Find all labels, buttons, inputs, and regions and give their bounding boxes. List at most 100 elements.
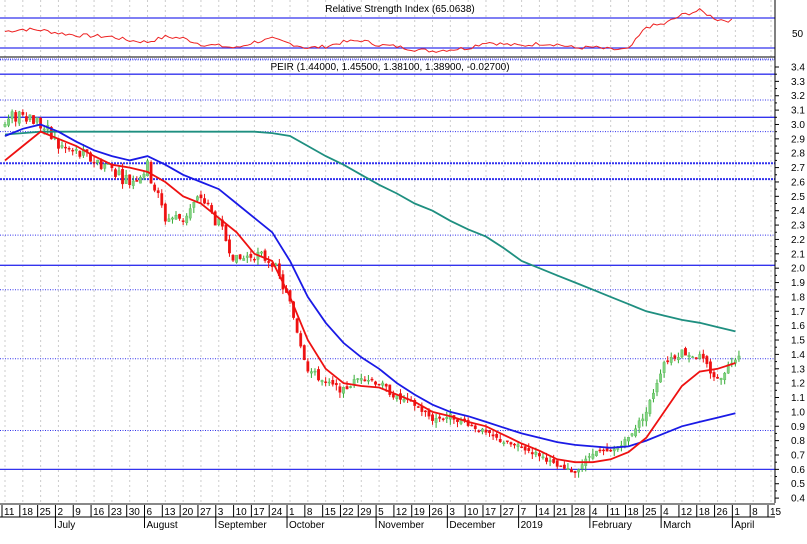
candle-body — [427, 410, 431, 417]
candle-body — [178, 213, 181, 219]
candle-body — [520, 446, 524, 448]
candle-body — [64, 146, 67, 149]
candle-body — [662, 362, 666, 373]
candle-body — [249, 254, 253, 258]
candle-body — [359, 378, 363, 381]
candle-body — [431, 414, 434, 421]
week-label: 1 — [289, 507, 295, 518]
price-tick-label: 0.8 — [791, 436, 805, 447]
candle-body — [698, 354, 702, 359]
price-tick-label: 0.4 — [791, 494, 805, 505]
candle-body — [10, 111, 14, 119]
candle — [684, 346, 687, 356]
week-label: 18 — [699, 507, 711, 518]
week-label: 25 — [645, 507, 657, 518]
candle-body — [131, 180, 135, 186]
candle — [662, 360, 666, 378]
candle-body — [402, 398, 406, 402]
candle-body — [484, 429, 488, 433]
week-label: 2 — [57, 507, 63, 518]
candle-body — [559, 465, 563, 467]
candle — [206, 199, 210, 206]
candle-body — [153, 184, 157, 191]
candle — [213, 210, 217, 226]
candle — [648, 398, 652, 417]
week-label: 3 — [449, 507, 455, 518]
candle — [723, 371, 727, 385]
week-label: 10 — [236, 507, 248, 518]
price-tick-label: 3.2 — [791, 91, 805, 102]
candle-body — [167, 218, 171, 222]
price-tick-label: 1.1 — [791, 393, 805, 404]
candle — [666, 356, 670, 365]
candle-body — [384, 383, 388, 387]
candle-body — [203, 198, 206, 204]
candle-body — [363, 379, 367, 382]
candle — [96, 159, 100, 166]
candle — [228, 234, 231, 257]
candle — [331, 376, 335, 387]
candle-body — [705, 356, 709, 365]
month-label: September — [218, 520, 268, 531]
candle-body — [17, 111, 21, 124]
candle — [641, 413, 645, 427]
candle — [491, 429, 495, 440]
candle — [160, 189, 164, 208]
candle — [513, 443, 516, 449]
candle-body — [491, 434, 495, 437]
candle-body — [562, 464, 566, 469]
week-label: 17 — [253, 507, 265, 518]
week-label: 26 — [432, 507, 444, 518]
candle — [128, 174, 132, 189]
candle — [267, 256, 271, 269]
candle-body — [302, 345, 306, 361]
candle-body — [185, 215, 189, 224]
candle-body — [648, 400, 652, 414]
candle-body — [78, 150, 82, 157]
candle-body — [320, 380, 324, 383]
candle-body — [381, 382, 385, 386]
candle — [32, 115, 35, 125]
stock-chart: Relative Strength Index (65.0638) 50 PEI… — [0, 0, 805, 531]
week-label: 18 — [627, 507, 639, 518]
candle-body — [495, 434, 499, 438]
candle-body — [114, 169, 117, 177]
week-label: 29 — [360, 507, 372, 518]
candle — [627, 436, 630, 446]
candle-body — [342, 386, 345, 394]
candle-body — [146, 160, 149, 177]
candle — [481, 427, 484, 435]
price-tick-label: 2.7 — [791, 163, 805, 174]
candle — [367, 375, 370, 385]
candle — [673, 354, 677, 362]
candle-body — [637, 420, 641, 428]
candle — [566, 463, 570, 471]
candle-body — [684, 348, 687, 356]
candle-body — [367, 379, 370, 382]
candle-body — [60, 145, 64, 148]
candle — [181, 218, 185, 225]
candle-body — [676, 357, 680, 361]
candle — [310, 368, 313, 378]
candle-body — [719, 377, 723, 380]
candle — [630, 432, 634, 438]
candle — [78, 150, 82, 159]
candle-body — [694, 357, 698, 359]
candle — [477, 429, 481, 433]
candle-body — [3, 124, 7, 127]
candle-body — [737, 355, 741, 360]
candle — [338, 382, 342, 398]
candle — [523, 445, 527, 455]
candle — [171, 216, 174, 224]
candle — [634, 424, 638, 438]
week-label: 21 — [556, 507, 568, 518]
candle — [644, 407, 648, 427]
candle-body — [609, 449, 613, 452]
candle — [659, 369, 662, 383]
week-label: 13 — [164, 507, 176, 518]
candle — [502, 440, 506, 446]
candle-body — [370, 378, 374, 381]
week-label: 4 — [592, 507, 598, 518]
candle-body — [171, 217, 174, 220]
candle-body — [587, 456, 591, 458]
